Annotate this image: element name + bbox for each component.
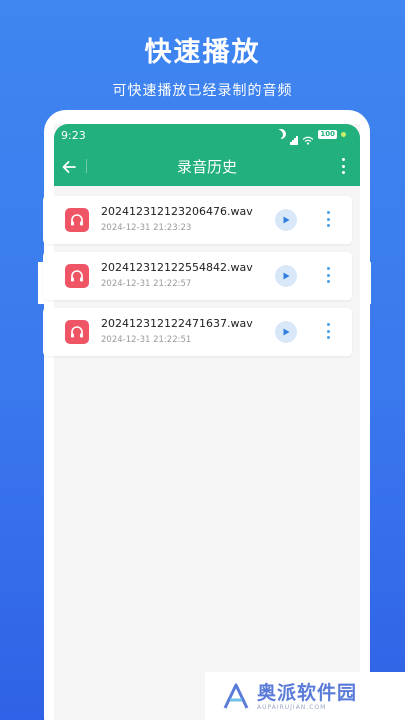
more-menu-button[interactable] [340,158,346,174]
play-button[interactable] [275,209,297,231]
play-button[interactable] [275,321,297,343]
moon-icon [275,127,289,141]
play-icon [283,216,290,224]
watermark-text: 奥派软件园 AUPAIRUJIAN.COM [257,682,357,711]
play-button[interactable] [275,265,297,287]
app-header: 9:23 100 录音历史 [54,124,360,186]
watermark-logo-icon [223,683,249,709]
file-date: 2024-12-31 21:22:57 [101,279,192,289]
page-title: 录音历史 [176,158,237,176]
item-more-button[interactable] [325,267,331,283]
list-item[interactable]: 202412312122554842.wav 2024-12-31 21:22:… [43,252,352,300]
charging-icon [341,131,346,137]
wifi-icon [302,130,314,145]
item-more-button[interactable] [325,211,331,227]
list-item[interactable]: 202412312123206476.wav 2024-12-31 21:23:… [43,196,352,244]
phone-side-right [365,262,371,304]
headphones-icon [65,320,89,344]
item-more-button[interactable] [325,323,331,339]
file-name: 202412312122471637.wav [101,317,253,330]
play-icon [283,328,290,336]
headphones-icon [65,208,89,232]
recording-list: 202412312123206476.wav 2024-12-31 21:23:… [43,196,352,364]
file-name: 202412312123206476.wav [101,205,253,218]
file-date: 2024-12-31 21:22:51 [101,335,192,345]
status-time: 9:23 [61,129,86,142]
signal-icon [290,130,299,145]
promo-title: 快速播放 [144,37,261,68]
file-date: 2024-12-31 21:23:23 [101,223,192,233]
list-item[interactable]: 202412312122471637.wav 2024-12-31 21:22:… [43,308,352,356]
watermark: 奥派软件园 AUPAIRUJIAN.COM [205,672,405,720]
battery-icon: 100 [318,129,337,139]
promo-subtitle: 可快速播放已经录制的音频 [112,83,293,99]
play-icon [283,272,290,280]
watermark-title: 奥派软件园 [257,681,358,704]
watermark-url: AUPAIRUJIAN.COM [257,703,327,711]
more-vertical-icon [341,158,345,161]
file-name: 202412312122554842.wav [101,261,253,274]
headphones-icon [65,264,89,288]
status-icons: 100 [275,127,346,145]
app-screen: 9:23 100 录音历史 202412312123206476.wav 202… [43,124,360,720]
